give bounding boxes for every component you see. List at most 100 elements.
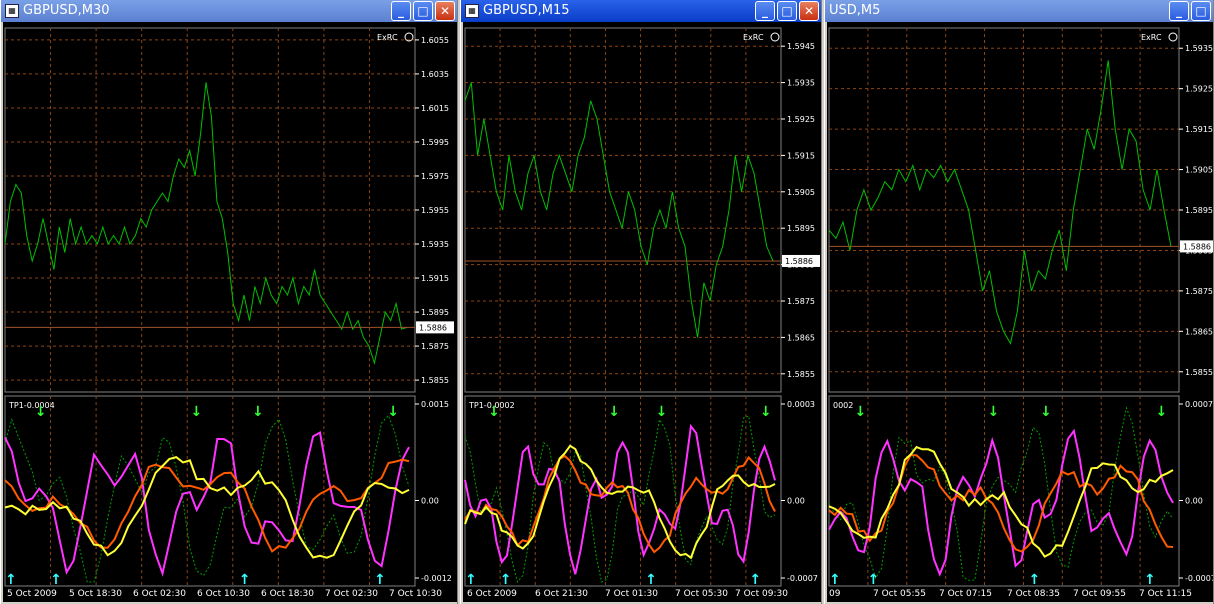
- chart-canvas[interactable]: 1.5945 1.5935 1.5925 1.5915 1.5905 1.5895 1.58…: [463, 22, 821, 602]
- broker-label: ExRC: [377, 33, 398, 42]
- arrow-down-icon: ↓: [1040, 404, 1052, 420]
- title-bar[interactable]: ▦ GBPUSD,M15 _ □ ✕: [461, 0, 821, 22]
- arrow-up-icon: ↑: [5, 572, 17, 588]
- arrow-down-icon: ↓: [1156, 404, 1168, 420]
- time-axis-label: 6 Oct 10:30: [197, 589, 250, 599]
- chart-window-m5[interactable]: USD,M5 _ □ 1.5935 1.5925 1.5915 1.5905 1.589…: [824, 0, 1214, 604]
- chart-window-icon: ▦: [465, 4, 479, 18]
- time-axis-label: 7 Oct 09:55: [1073, 589, 1126, 599]
- window-title: GBPUSD,M30: [23, 3, 110, 18]
- arrow-up-icon: ↑: [868, 572, 880, 588]
- chart-canvas[interactable]: 1.59351.59251.59151.59051.58951.58851.58…: [827, 22, 1213, 602]
- indicator-tick-label: -0.0007: [1185, 574, 1213, 583]
- indicator-tick-label: 0.0015: [421, 400, 449, 409]
- time-axis-label: 7 Oct 10:30: [389, 589, 442, 599]
- arrow-up-icon: ↑: [829, 572, 841, 588]
- price-tick-label: 1.5915: [421, 274, 449, 283]
- arrow-down-icon: ↓: [608, 404, 620, 420]
- time-axis-label: 6 Oct 18:30: [261, 589, 314, 599]
- time-axis-label: 6 Oct 02:30: [133, 589, 186, 599]
- indicator-tick-label: 0.0003: [787, 400, 815, 409]
- arrow-up-icon: ↑: [50, 572, 62, 588]
- indicator-label: TP1-0.0004: [8, 401, 55, 410]
- price-tick-label: 1.5895: [421, 308, 449, 317]
- minimize-button[interactable]: _: [755, 1, 775, 21]
- price-tick-label: 1.5855: [787, 370, 815, 379]
- price-tick-label: 1.5875: [1185, 287, 1213, 296]
- price-tick-label: 1.6035: [421, 70, 449, 79]
- minimize-button[interactable]: _: [1169, 1, 1189, 21]
- price-tick-label: 1.5875: [787, 297, 815, 306]
- chart-window-m30[interactable]: ▦ GBPUSD,M30 _ □ ✕ 1.6055 1.6035 1.6015 1.5…: [0, 0, 458, 604]
- arrow-down-icon: ↓: [656, 404, 668, 420]
- window-title: USD,M5: [829, 3, 881, 18]
- time-axis-label: 7 Oct 02:30: [325, 589, 378, 599]
- arrow-up-icon: ↑: [239, 572, 251, 588]
- arrow-up-icon: ↑: [749, 572, 761, 588]
- time-axis-label: 5 Oct 2009: [7, 589, 57, 599]
- maximize-button[interactable]: □: [413, 1, 433, 21]
- price-tick-label: 1.5925: [787, 115, 815, 124]
- arrow-up-icon: ↑: [645, 572, 657, 588]
- time-axis-label: 7 Oct 07:15: [939, 589, 992, 599]
- price-tick-label: 1.5945: [787, 42, 815, 51]
- price-tick-label: 1.5895: [1185, 206, 1213, 215]
- maximize-button[interactable]: □: [777, 1, 797, 21]
- minimize-button[interactable]: _: [391, 1, 411, 21]
- time-axis-label: 6 Oct 21:30: [535, 589, 588, 599]
- price-tick-label: 1.5855: [1185, 368, 1213, 377]
- price-tick-label: 1.5905: [1185, 166, 1213, 175]
- maximize-button[interactable]: □: [1191, 1, 1211, 21]
- price-chart[interactable]: 1.59351.59251.59151.59051.58951.58851.58…: [827, 22, 1213, 602]
- indicator-tick-label: 0.0007: [1185, 400, 1213, 409]
- price-tick-label: 1.5935: [787, 79, 815, 88]
- chart-canvas[interactable]: 1.6055 1.6035 1.6015 1.5995 1.5975 1.5955 1.59…: [3, 22, 457, 602]
- current-price-label: 1.5886: [785, 257, 813, 266]
- current-price-label: 1.5886: [419, 323, 447, 332]
- broker-label: ExRC: [743, 33, 764, 42]
- arrow-down-icon: ↓: [988, 404, 1000, 420]
- close-button[interactable]: ✕: [799, 1, 819, 21]
- arrow-up-icon: ↑: [1144, 572, 1156, 588]
- time-axis-label: 09: [829, 589, 841, 599]
- arrow-down-icon: ↓: [760, 404, 772, 420]
- indicator-tick-label: 0.00: [1185, 497, 1203, 506]
- price-tick-label: 1.5895: [787, 224, 815, 233]
- price-tick-label: 1.5955: [421, 206, 449, 215]
- chart-background: [463, 22, 821, 602]
- indicator-label: 0002: [833, 401, 853, 410]
- title-bar[interactable]: USD,M5 _ □: [825, 0, 1213, 22]
- arrow-down-icon: ↓: [488, 404, 500, 420]
- arrow-down-icon: ↓: [191, 404, 203, 420]
- arrow-up-icon: ↑: [374, 572, 386, 588]
- price-tick-label: 1.5875: [421, 342, 449, 351]
- broker-label: ExRC: [1141, 33, 1162, 42]
- price-chart[interactable]: 1.6055 1.6035 1.6015 1.5995 1.5975 1.5955 1.59…: [3, 22, 457, 602]
- chart-background: [827, 22, 1213, 602]
- chart-window-m15[interactable]: ▦ GBPUSD,M15 _ □ ✕ 1.5945 1.5935 1.5925 1.5…: [460, 0, 822, 604]
- title-bar[interactable]: ▦ GBPUSD,M30 _ □ ✕: [1, 0, 457, 22]
- chart-window-icon: ▦: [5, 4, 19, 18]
- current-price-label: 1.5886: [1183, 242, 1211, 251]
- arrow-up-icon: ↑: [465, 572, 477, 588]
- time-axis-label: 7 Oct 11:15: [1139, 589, 1192, 599]
- price-tick-label: 1.5865: [787, 333, 815, 342]
- time-axis-label: 7 Oct 05:55: [873, 589, 926, 599]
- arrow-down-icon: ↓: [855, 404, 867, 420]
- arrow-up-icon: ↑: [500, 572, 512, 588]
- price-tick-label: 1.5915: [787, 151, 815, 160]
- price-tick-label: 1.5905: [787, 188, 815, 197]
- price-tick-label: 1.5935: [1185, 44, 1213, 53]
- arrow-down-icon: ↓: [35, 404, 47, 420]
- window-title: GBPUSD,M15: [483, 3, 570, 18]
- price-chart[interactable]: 1.5945 1.5935 1.5925 1.5915 1.5905 1.5895 1.58…: [463, 22, 821, 602]
- price-tick-label: 1.5865: [1185, 327, 1213, 336]
- arrow-down-icon: ↓: [387, 404, 399, 420]
- indicator-tick-label: 0.00: [787, 497, 805, 506]
- time-axis-label: 6 Oct 2009: [467, 589, 517, 599]
- close-button[interactable]: ✕: [435, 1, 455, 21]
- price-tick-label: 1.5925: [1185, 85, 1213, 94]
- price-tick-label: 1.6015: [421, 104, 449, 113]
- time-axis-label: 7 Oct 09:30: [735, 589, 788, 599]
- price-tick-label: 1.5935: [421, 240, 449, 249]
